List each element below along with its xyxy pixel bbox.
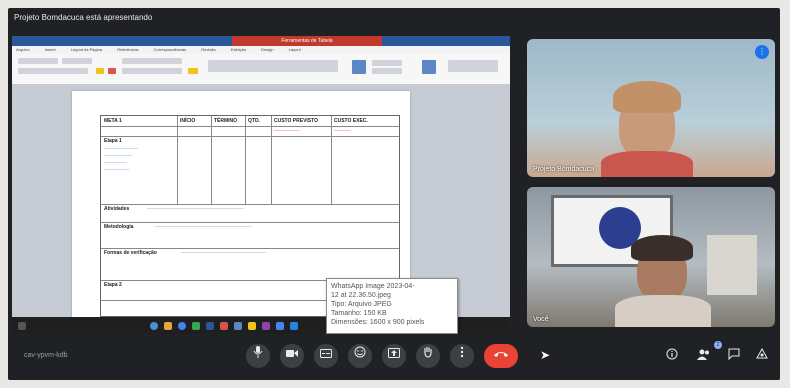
ribbon-tab: Design — [261, 47, 274, 52]
row-label: Formas de verificação — [104, 250, 157, 256]
ribbon-tab: Layout — [288, 47, 301, 52]
more-options-icon[interactable] — [450, 344, 474, 368]
presenting-banner: Projeto Bomdacuca está apresentando — [14, 13, 153, 22]
ribbon-tab: Referências — [117, 47, 139, 52]
word-ribbon — [12, 54, 510, 85]
ribbon-tab: Arquivo — [16, 47, 30, 52]
row-label: Etapa 1 — [104, 138, 122, 144]
ribbon-tab: Inserir — [44, 47, 56, 52]
info-icon[interactable] — [664, 348, 680, 364]
ribbon-tab: Revisão — [201, 47, 216, 52]
row-label: Atividades — [104, 206, 130, 212]
end-call-icon[interactable] — [484, 344, 518, 368]
table-header: CUSTO PREVISTO — [274, 118, 318, 124]
captions-icon[interactable] — [314, 344, 338, 368]
tooltip-line: Dimensões: 1600 x 900 pixels — [331, 319, 425, 326]
tooltip-line: WhatsApp Image 2023-04- — [331, 283, 415, 290]
table-header: CUSTO EXEC. — [334, 118, 368, 124]
self-view-tile[interactable]: Você — [527, 187, 775, 327]
people-icon[interactable] — [696, 348, 712, 364]
table-header: QTD. — [248, 118, 260, 124]
ribbon-tab: Exibição — [230, 47, 246, 52]
participant-name: Projeto Bomdacuca — [533, 166, 595, 173]
ribbon-tab: Correspondências — [153, 47, 187, 52]
table-header: META 1 — [104, 118, 122, 124]
window-light — [707, 235, 757, 295]
activities-icon[interactable] — [754, 347, 770, 364]
self-name: Você — [533, 316, 549, 323]
tooltip-line: Tamanho: 150 KB — [331, 310, 387, 317]
present-icon[interactable] — [382, 344, 406, 368]
mouse-cursor: ➤ — [540, 348, 551, 362]
meeting-code: cav-ypvm-kdb — [24, 352, 68, 359]
word-ribbon-tabs: Arquivo Inserir Layout da Página Referên… — [12, 46, 510, 54]
meet-window: Projeto Bomdacuca está apresentando Ferr… — [8, 8, 780, 380]
more-options-icon[interactable]: ⋮ — [755, 45, 769, 59]
camera-icon[interactable] — [280, 344, 304, 368]
tooltip-line: 12 at 22.36.50.jpeg — [331, 292, 391, 299]
ribbon-tab: Layout da Página — [70, 47, 103, 52]
mic-icon[interactable] — [246, 344, 270, 368]
file-info-tooltip: WhatsApp Image 2023-04- 12 at 22.36.50.j… — [326, 278, 458, 334]
table-header: INÍCIO — [180, 118, 196, 124]
table-header: TÉRMINO — [214, 118, 238, 124]
chat-icon[interactable] — [726, 348, 742, 364]
row-label: Metodologia — [104, 224, 134, 230]
emoji-icon[interactable] — [348, 344, 372, 368]
table-tools-title: Ferramentas de Tabela — [232, 36, 382, 46]
word-title-bar: Ferramentas de Tabela — [12, 36, 510, 46]
tooltip-line: Tipo: Arquivo JPEG — [331, 301, 392, 308]
raise-hand-icon[interactable] — [416, 344, 440, 368]
meet-control-bar: cav-ypvm-kdb ➤ 2 — [8, 334, 780, 380]
row-label: Etapa 2 — [104, 282, 122, 288]
people-count-badge: 2 — [714, 341, 722, 349]
participant-tile[interactable]: ⋮ Projeto Bomdacuca — [527, 39, 775, 177]
